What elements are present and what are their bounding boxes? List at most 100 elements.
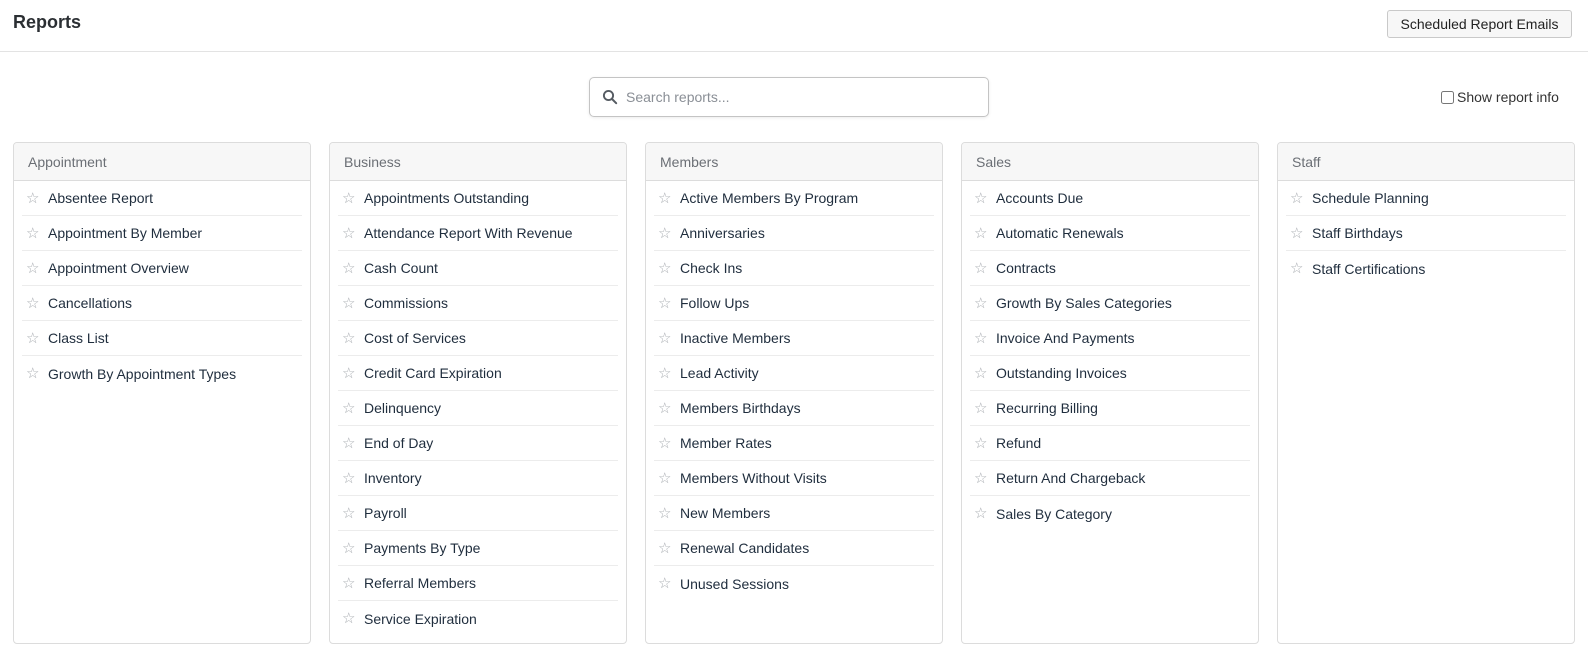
- report-item[interactable]: ☆ Anniversaries: [654, 216, 934, 251]
- scheduled-report-emails-button[interactable]: Scheduled Report Emails: [1387, 10, 1572, 38]
- report-label: Sales By Category: [996, 505, 1112, 522]
- star-outline-icon[interactable]: ☆: [338, 506, 362, 521]
- star-outline-icon[interactable]: ☆: [654, 506, 678, 521]
- report-item[interactable]: ☆ Service Expiration: [338, 601, 618, 636]
- star-outline-icon[interactable]: ☆: [970, 296, 994, 311]
- star-outline-icon[interactable]: ☆: [22, 261, 46, 276]
- star-outline-icon[interactable]: ☆: [970, 191, 994, 206]
- report-item[interactable]: ☆ Automatic Renewals: [970, 216, 1250, 251]
- report-item[interactable]: ☆ Check Ins: [654, 251, 934, 286]
- report-item[interactable]: ☆ Accounts Due: [970, 181, 1250, 216]
- report-item[interactable]: ☆ Return And Chargeback: [970, 461, 1250, 496]
- star-outline-icon[interactable]: ☆: [970, 331, 994, 346]
- star-outline-icon[interactable]: ☆: [654, 296, 678, 311]
- star-outline-icon[interactable]: ☆: [22, 366, 46, 381]
- search-input[interactable]: [624, 78, 980, 116]
- report-item[interactable]: ☆ Members Birthdays: [654, 391, 934, 426]
- report-item[interactable]: ☆ Appointments Outstanding: [338, 181, 618, 216]
- show-report-info-checkbox[interactable]: [1441, 90, 1454, 104]
- star-outline-icon[interactable]: ☆: [654, 261, 678, 276]
- report-item[interactable]: ☆ Sales By Category: [970, 496, 1250, 531]
- report-label: Inventory: [364, 470, 422, 486]
- report-label: Renewal Candidates: [680, 540, 810, 556]
- report-item[interactable]: ☆ Active Members By Program: [654, 181, 934, 216]
- star-outline-icon[interactable]: ☆: [654, 401, 678, 416]
- report-item[interactable]: ☆ Referral Members: [338, 566, 618, 601]
- star-outline-icon[interactable]: ☆: [338, 401, 362, 416]
- star-outline-icon[interactable]: ☆: [1286, 226, 1310, 241]
- report-item[interactable]: ☆ Cash Count: [338, 251, 618, 286]
- report-item[interactable]: ☆ Inactive Members: [654, 321, 934, 356]
- report-item[interactable]: ☆ Payments By Type: [338, 531, 618, 566]
- star-outline-icon[interactable]: ☆: [970, 471, 994, 486]
- star-outline-icon[interactable]: ☆: [970, 261, 994, 276]
- report-item[interactable]: ☆ Member Rates: [654, 426, 934, 461]
- star-outline-icon[interactable]: ☆: [654, 226, 678, 241]
- star-outline-icon[interactable]: ☆: [22, 191, 46, 206]
- report-item[interactable]: ☆ Absentee Report: [22, 181, 302, 216]
- star-outline-icon[interactable]: ☆: [22, 331, 46, 346]
- report-item[interactable]: ☆ Cancellations: [22, 286, 302, 321]
- star-outline-icon[interactable]: ☆: [654, 191, 678, 206]
- star-outline-icon[interactable]: ☆: [1286, 261, 1310, 276]
- report-item[interactable]: ☆ Payroll: [338, 496, 618, 531]
- report-item[interactable]: ☆ Attendance Report With Revenue: [338, 216, 618, 251]
- report-item[interactable]: ☆ Cost of Services: [338, 321, 618, 356]
- star-outline-icon[interactable]: ☆: [1286, 191, 1310, 206]
- report-item[interactable]: ☆ Contracts: [970, 251, 1250, 286]
- report-item[interactable]: ☆ Renewal Candidates: [654, 531, 934, 566]
- report-label: Staff Birthdays: [1312, 225, 1403, 241]
- star-outline-icon[interactable]: ☆: [338, 366, 362, 381]
- star-outline-icon[interactable]: ☆: [22, 226, 46, 241]
- star-outline-icon[interactable]: ☆: [970, 506, 994, 521]
- search-box[interactable]: [589, 77, 989, 117]
- report-item[interactable]: ☆ Appointment By Member: [22, 216, 302, 251]
- star-outline-icon[interactable]: ☆: [654, 331, 678, 346]
- report-label: Delinquency: [364, 400, 442, 416]
- report-item[interactable]: ☆ Unused Sessions: [654, 566, 934, 601]
- category-header: Appointment: [14, 143, 310, 181]
- star-outline-icon[interactable]: ☆: [970, 436, 994, 451]
- report-item[interactable]: ☆ Invoice And Payments: [970, 321, 1250, 356]
- report-item[interactable]: ☆ Lead Activity: [654, 356, 934, 391]
- star-outline-icon[interactable]: ☆: [338, 541, 362, 556]
- star-outline-icon[interactable]: ☆: [338, 611, 362, 626]
- report-item[interactable]: ☆ Recurring Billing: [970, 391, 1250, 426]
- star-outline-icon[interactable]: ☆: [970, 226, 994, 241]
- report-item[interactable]: ☆ Refund: [970, 426, 1250, 461]
- star-outline-icon[interactable]: ☆: [22, 296, 46, 311]
- report-item[interactable]: ☆ Follow Ups: [654, 286, 934, 321]
- star-outline-icon[interactable]: ☆: [654, 366, 678, 381]
- star-outline-icon[interactable]: ☆: [338, 296, 362, 311]
- star-outline-icon[interactable]: ☆: [970, 366, 994, 381]
- star-outline-icon[interactable]: ☆: [970, 401, 994, 416]
- report-item[interactable]: ☆ Commissions: [338, 286, 618, 321]
- star-outline-icon[interactable]: ☆: [654, 541, 678, 556]
- report-item[interactable]: ☆ Delinquency: [338, 391, 618, 426]
- star-outline-icon[interactable]: ☆: [338, 261, 362, 276]
- star-outline-icon[interactable]: ☆: [654, 471, 678, 486]
- star-outline-icon[interactable]: ☆: [654, 436, 678, 451]
- report-item[interactable]: ☆ Growth By Appointment Types: [22, 356, 302, 391]
- report-item[interactable]: ☆ Outstanding Invoices: [970, 356, 1250, 391]
- report-item[interactable]: ☆ Class List: [22, 321, 302, 356]
- star-outline-icon[interactable]: ☆: [338, 226, 362, 241]
- report-item[interactable]: ☆ Inventory: [338, 461, 618, 496]
- report-item[interactable]: ☆ Members Without Visits: [654, 461, 934, 496]
- star-outline-icon[interactable]: ☆: [338, 471, 362, 486]
- star-outline-icon[interactable]: ☆: [338, 191, 362, 206]
- report-item[interactable]: ☆ Staff Certifications: [1286, 251, 1566, 286]
- star-outline-icon[interactable]: ☆: [338, 576, 362, 591]
- report-item[interactable]: ☆ Staff Birthdays: [1286, 216, 1566, 251]
- search-icon: [602, 89, 618, 105]
- star-outline-icon[interactable]: ☆: [338, 331, 362, 346]
- report-item[interactable]: ☆ Appointment Overview: [22, 251, 302, 286]
- report-item[interactable]: ☆ Growth By Sales Categories: [970, 286, 1250, 321]
- report-item[interactable]: ☆ Schedule Planning: [1286, 181, 1566, 216]
- report-item[interactable]: ☆ End of Day: [338, 426, 618, 461]
- report-item[interactable]: ☆ Credit Card Expiration: [338, 356, 618, 391]
- report-item[interactable]: ☆ New Members: [654, 496, 934, 531]
- star-outline-icon[interactable]: ☆: [338, 436, 362, 451]
- star-outline-icon[interactable]: ☆: [654, 576, 678, 591]
- show-report-info-toggle[interactable]: Show report info: [1441, 89, 1559, 105]
